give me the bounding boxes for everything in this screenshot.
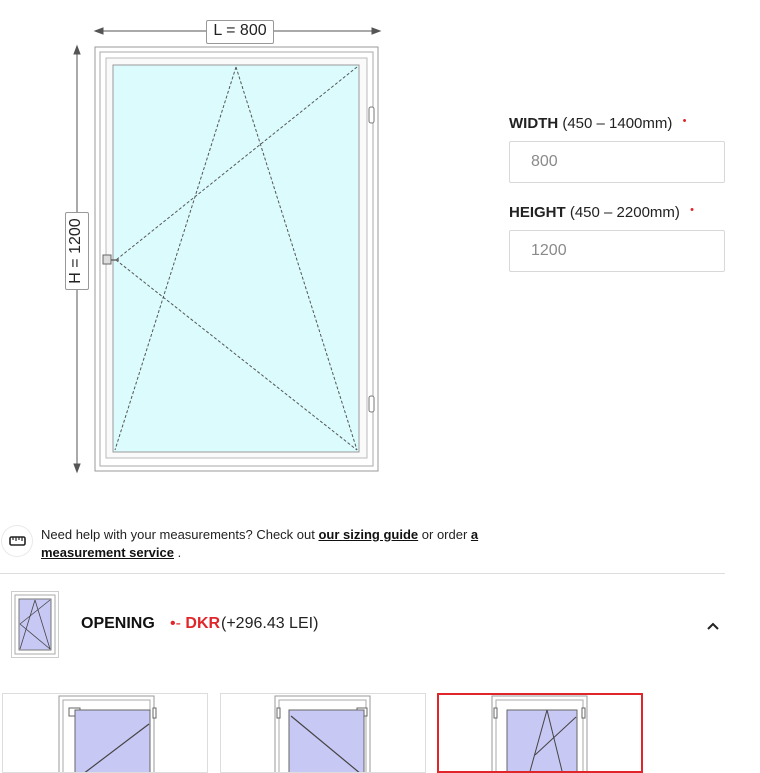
required-marker: • (690, 204, 694, 216)
window-option-icon (58, 695, 157, 772)
window-option-icon (274, 695, 371, 772)
window-glass (112, 64, 360, 453)
chevron-up-icon[interactable] (703, 616, 723, 636)
opening-option-card-selected[interactable] (437, 693, 643, 773)
opening-type-value: DKR (185, 615, 221, 632)
height-label-range: (450 – 2200mm) (569, 204, 680, 221)
height-dimension-label: H = 1200 (65, 212, 89, 290)
help-text-middle: or order (418, 527, 471, 542)
width-label-name: WIDTH (509, 115, 559, 132)
help-text-after: . (173, 545, 182, 560)
opening-option-card[interactable] (2, 693, 208, 773)
window-tilt-turn-icon (14, 594, 56, 655)
opening-price: (+296.43 LEI) (221, 615, 319, 632)
opening-type: •- DKR (170, 615, 220, 633)
height-input[interactable] (509, 230, 725, 272)
ruler-icon (9, 536, 26, 546)
opening-title: OPENING (81, 615, 155, 632)
width-dimension-label: L = 800 (206, 20, 274, 44)
help-text-before: Need help with your measurements? Check … (41, 527, 319, 542)
opening-option-card[interactable] (220, 693, 426, 773)
help-icon-container (2, 526, 32, 556)
divider (0, 573, 725, 574)
window-tilt-turn-icon (491, 695, 588, 771)
width-label-range: (450 – 1400mm) (562, 115, 673, 132)
opening-thumbnail (11, 591, 59, 658)
opening-type-marker: •- (170, 615, 181, 632)
required-marker: • (682, 115, 687, 127)
height-label: HEIGHT (450 – 2200mm) • (509, 204, 694, 221)
height-label-name: HEIGHT (509, 204, 566, 221)
width-label: WIDTH (450 – 1400mm) • (509, 115, 686, 132)
sizing-guide-link[interactable]: our sizing guide (318, 527, 418, 542)
help-text: Need help with your measurements? Check … (41, 526, 521, 562)
width-input[interactable] (509, 141, 725, 183)
